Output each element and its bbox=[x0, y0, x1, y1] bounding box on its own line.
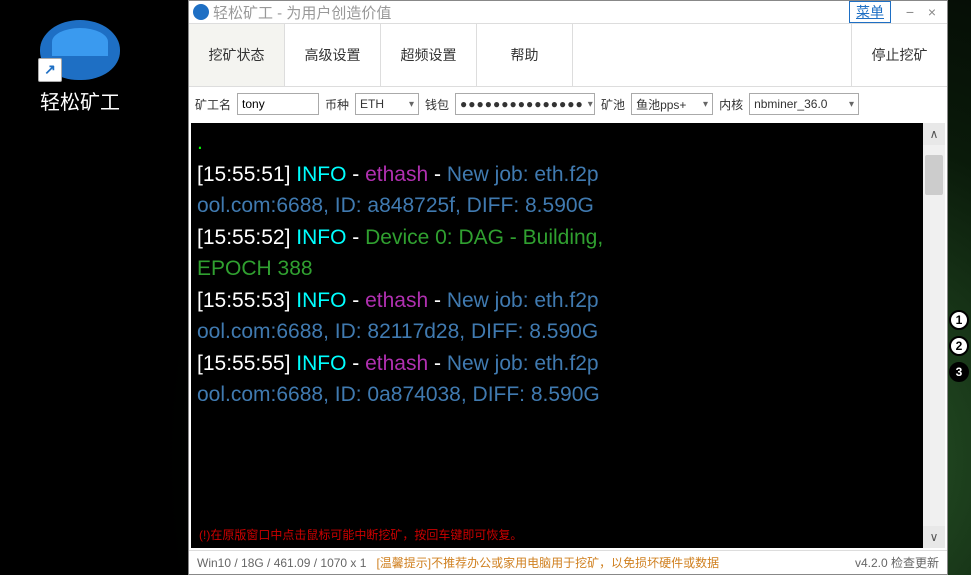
toolbar-spacer bbox=[573, 24, 851, 86]
wallet-label: 钱包 bbox=[425, 96, 449, 113]
config-row: 矿工名 币种 ETH ▾ 钱包 ●●●●●●●●●●●●●●● ▾ 矿池 鱼池pps… bbox=[189, 87, 947, 121]
window-logo-icon bbox=[193, 4, 209, 20]
scroll-up-button[interactable]: ∧ bbox=[923, 123, 945, 145]
terminal-output[interactable]: . [15:55:51] INFO - ethash - New job: et… bbox=[191, 123, 923, 548]
coin-label: 币种 bbox=[325, 96, 349, 113]
log-line: ool.com:6688, ID: a848725f, DIFF: 8.590G bbox=[197, 190, 917, 222]
log-line: [15:55:55] INFO - ethash - New job: eth.… bbox=[197, 348, 917, 380]
terminal-container: . [15:55:51] INFO - ethash - New job: et… bbox=[189, 121, 947, 550]
side-badges: 1 2 3 bbox=[949, 310, 969, 382]
window-title: 轻松矿工 - 为用户创造价值 bbox=[213, 2, 849, 23]
kernel-label: 内核 bbox=[719, 96, 743, 113]
pool-value: 鱼池pps+ bbox=[636, 96, 686, 113]
desktop-shortcut[interactable]: 轻松矿工 bbox=[10, 20, 150, 115]
kernel-value: nbminer_36.0 bbox=[754, 97, 827, 111]
log-line: [15:55:52] INFO - Device 0: DAG - Buildi… bbox=[197, 222, 917, 254]
log-line: [15:55:53] INFO - ethash - New job: eth.… bbox=[197, 285, 917, 317]
main-window: 轻松矿工 - 为用户创造价值 菜单 − × 挖矿状态 高级设置 超频设置 帮助 … bbox=[188, 0, 948, 575]
pool-label: 矿池 bbox=[601, 96, 625, 113]
log-line: ool.com:6688, ID: 0a874038, DIFF: 8.590G bbox=[197, 379, 917, 411]
badge-2[interactable]: 2 bbox=[949, 336, 969, 356]
miner-name-label: 矿工名 bbox=[195, 96, 231, 113]
log-line: ool.com:6688, ID: 82117d28, DIFF: 8.590G bbox=[197, 316, 917, 348]
system-info: Win10 / 18G / 461.09 / 1070 x 1 bbox=[197, 556, 366, 570]
scroll-thumb[interactable] bbox=[925, 155, 943, 195]
app-icon bbox=[40, 20, 120, 80]
coin-value: ETH bbox=[360, 97, 384, 111]
scroll-track[interactable] bbox=[923, 145, 945, 526]
close-button[interactable]: × bbox=[921, 4, 943, 20]
minimize-button[interactable]: − bbox=[899, 4, 921, 20]
terminal-warning: (!)在原版窗口中点击鼠标可能中断挖矿，按回车键即可恢复。 bbox=[199, 526, 522, 544]
kernel-select[interactable]: nbminer_36.0 ▾ bbox=[749, 93, 859, 115]
scroll-down-button[interactable]: ∨ bbox=[923, 526, 945, 548]
version-check-update[interactable]: v4.2.0 检查更新 bbox=[855, 554, 939, 571]
terminal-scrollbar: ∧ ∨ bbox=[923, 123, 945, 548]
tab-help[interactable]: 帮助 bbox=[477, 24, 573, 86]
chevron-down-icon: ▾ bbox=[588, 99, 594, 110]
statusbar: Win10 / 18G / 461.09 / 1070 x 1 [温馨提示]不推… bbox=[189, 550, 947, 574]
status-tip: [温馨提示]不推荐办公或家用电脑用于挖矿，以免损坏硬件或数据 bbox=[376, 554, 845, 571]
chevron-down-icon: ▾ bbox=[409, 99, 414, 110]
tab-overclock-settings[interactable]: 超频设置 bbox=[381, 24, 477, 86]
chevron-down-icon: ▾ bbox=[703, 99, 708, 110]
wallet-value: ●●●●●●●●●●●●●●● bbox=[460, 97, 584, 111]
tab-mining-status[interactable]: 挖矿状态 bbox=[189, 24, 285, 86]
menu-button[interactable]: 菜单 bbox=[849, 1, 891, 23]
badge-1[interactable]: 1 bbox=[949, 310, 969, 330]
wallet-select[interactable]: ●●●●●●●●●●●●●●● ▾ bbox=[455, 93, 595, 115]
log-line: EPOCH 388 bbox=[197, 253, 917, 285]
log-line: [15:55:51] INFO - ethash - New job: eth.… bbox=[197, 159, 917, 191]
chevron-down-icon: ▾ bbox=[849, 99, 854, 110]
log-dot: . bbox=[197, 131, 203, 154]
badge-3[interactable]: 3 bbox=[949, 362, 969, 382]
tab-advanced-settings[interactable]: 高级设置 bbox=[285, 24, 381, 86]
stop-mining-button[interactable]: 停止挖矿 bbox=[851, 24, 947, 86]
titlebar: 轻松矿工 - 为用户创造价值 菜单 − × bbox=[189, 1, 947, 23]
coin-select[interactable]: ETH ▾ bbox=[355, 93, 419, 115]
toolbar: 挖矿状态 高级设置 超频设置 帮助 停止挖矿 bbox=[189, 23, 947, 87]
pool-select[interactable]: 鱼池pps+ ▾ bbox=[631, 93, 713, 115]
desktop-shortcut-label: 轻松矿工 bbox=[10, 86, 150, 115]
miner-name-input[interactable] bbox=[237, 93, 319, 115]
